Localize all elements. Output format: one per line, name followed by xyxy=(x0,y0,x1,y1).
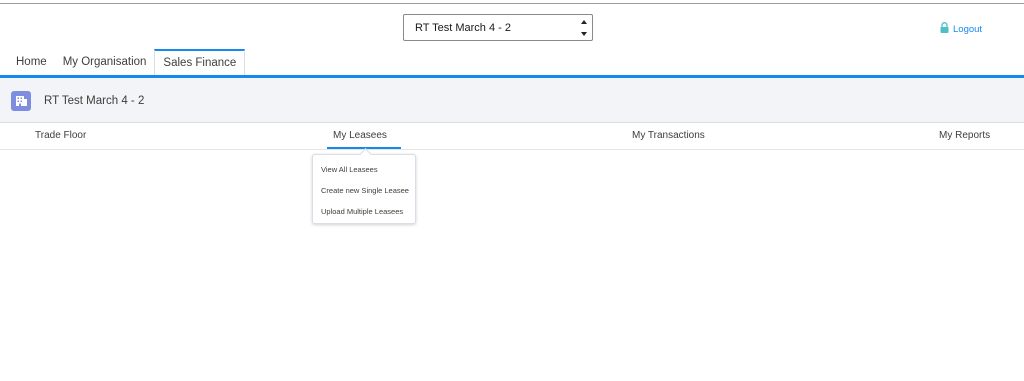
dropdown-pointer xyxy=(359,148,372,161)
org-selector[interactable]: RT Test March 4 - 2 xyxy=(403,14,593,41)
subnav-trade-floor[interactable]: Trade Floor xyxy=(35,130,86,141)
subnav-my-reports[interactable]: My Reports xyxy=(939,130,990,141)
menu-item-upload-multiple-leasees[interactable]: Upload Multiple Leasees xyxy=(321,207,403,216)
tab-sales-finance-label: Sales Finance xyxy=(163,57,237,69)
subnav-my-transactions[interactable]: My Transactions xyxy=(632,130,705,141)
main-tabs: Home My Organisation Sales Finance xyxy=(8,49,246,75)
tab-my-organisation[interactable]: My Organisation xyxy=(55,49,155,75)
subnav-divider xyxy=(0,149,1024,150)
logout-link[interactable]: Logout xyxy=(940,22,982,36)
context-org-name: RT Test March 4 - 2 xyxy=(44,95,145,107)
menu-item-create-single-leasee[interactable]: Create new Single Leasee xyxy=(321,186,409,195)
tab-home[interactable]: Home xyxy=(8,49,55,75)
subnav-my-leasees[interactable]: My Leasees xyxy=(333,130,387,141)
top-border xyxy=(0,3,1024,4)
tab-my-organisation-label: My Organisation xyxy=(62,56,147,68)
up-down-arrows-icon xyxy=(580,18,588,38)
leasees-dropdown-menu: View All Leasees Create new Single Lease… xyxy=(312,148,416,224)
context-header: RT Test March 4 - 2 xyxy=(0,78,1024,123)
building-icon xyxy=(11,91,31,111)
menu-item-view-all-leasees[interactable]: View All Leasees xyxy=(321,165,378,174)
logout-label: Logout xyxy=(953,23,983,35)
lock-icon xyxy=(940,20,949,38)
org-selector-value: RT Test March 4 - 2 xyxy=(415,22,511,34)
tab-sales-finance[interactable]: Sales Finance xyxy=(154,49,246,75)
tab-home-label: Home xyxy=(16,56,47,68)
